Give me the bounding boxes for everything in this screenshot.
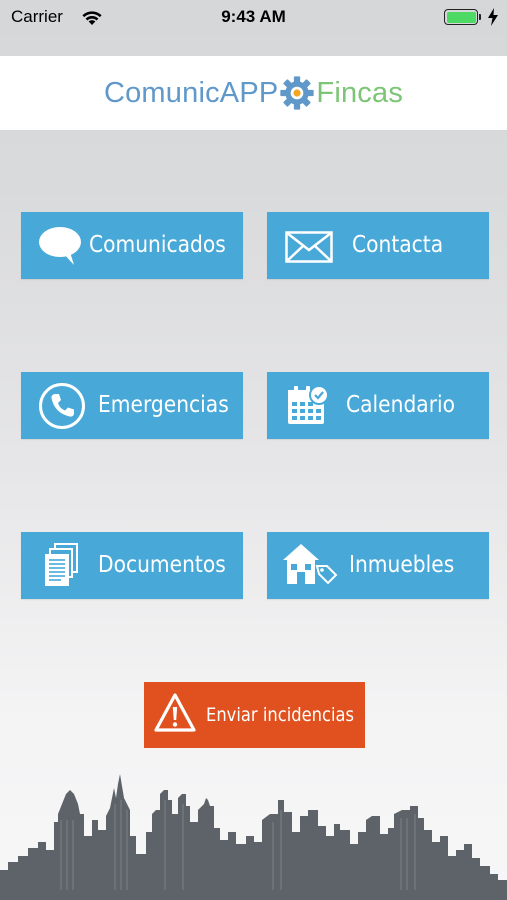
contacta-label: Contacta (352, 232, 444, 258)
calendar-icon (288, 385, 329, 424)
envelope-icon (285, 231, 333, 263)
enviar-incidencias-label: Enviar incidencias (206, 704, 355, 726)
documentos-label: Documentos (98, 552, 226, 578)
documents-icon (45, 543, 78, 586)
comunicados-label: Comunicados (89, 232, 226, 258)
emergencias-label: Emergencias (98, 392, 229, 418)
emergencias-button[interactable]: Emergencias (21, 372, 243, 439)
charging-bolt-icon (488, 8, 498, 26)
enviar-incidencias-button[interactable]: Enviar incidencias (144, 682, 365, 748)
speech-bubble-icon (39, 227, 81, 265)
status-bar: Carrier 9:43 AM (0, 0, 507, 36)
contacta-button[interactable]: Contacta (267, 212, 489, 279)
battery-level-fill (446, 11, 476, 23)
status-time: 9:43 AM (221, 7, 286, 26)
logo-text-left: ComunicAPP (103, 76, 279, 109)
inmuebles-label: Inmuebles (349, 552, 455, 578)
calendario-button[interactable]: Calendario (267, 372, 489, 439)
battery-tip (479, 14, 481, 20)
app-logo: ComunicAPP Fincas (0, 56, 507, 130)
app-header: ComunicAPP Fincas (0, 56, 507, 130)
documentos-button[interactable]: Documentos (21, 532, 243, 599)
inmuebles-button[interactable]: Inmuebles (267, 532, 489, 599)
warning-icon (154, 693, 196, 732)
city-skyline-image (0, 774, 507, 900)
calendario-label: Calendario (346, 392, 456, 418)
house-tag-icon (283, 544, 338, 585)
battery-icon (444, 9, 478, 25)
logo-text-right: Fincas (316, 76, 404, 109)
comunicados-button[interactable]: Comunicados (21, 212, 243, 279)
phone-icon (39, 383, 85, 429)
gear-icon (280, 76, 315, 110)
